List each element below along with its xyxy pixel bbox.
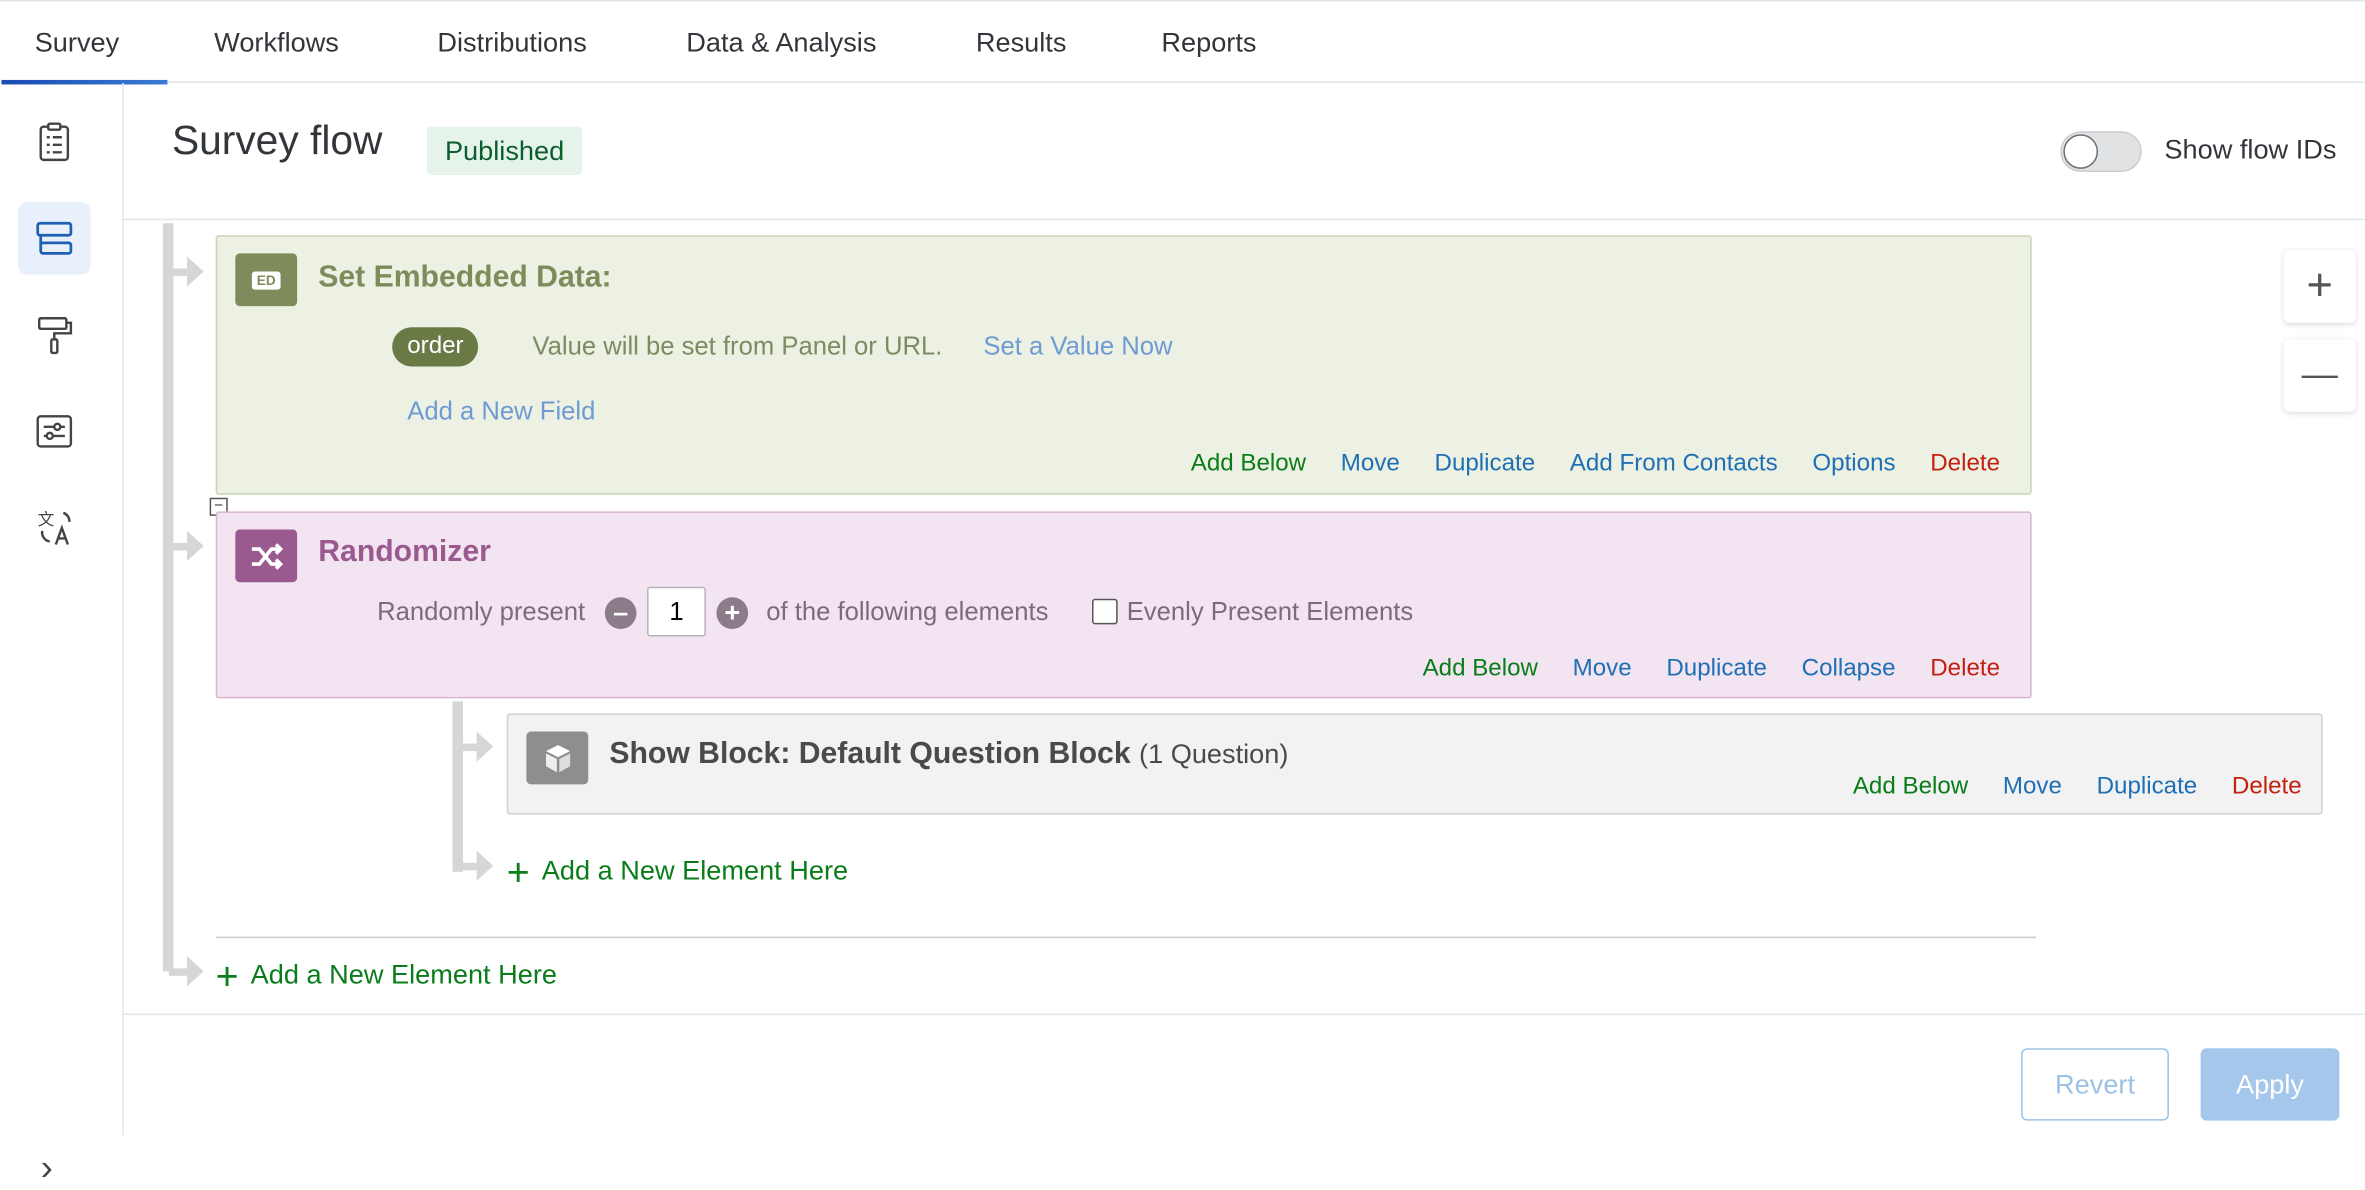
- move-button[interactable]: Move: [2003, 774, 2062, 801]
- plus-icon: +: [506, 848, 530, 894]
- flow-arrow-icon: [458, 729, 495, 765]
- embedded-data-actions: Add Below Move Duplicate Add From Contac…: [1191, 451, 2000, 478]
- cube-icon: [526, 731, 589, 785]
- present-count-input[interactable]: [647, 586, 706, 637]
- duplicate-button[interactable]: Duplicate: [2097, 774, 2198, 801]
- delete-button[interactable]: Delete: [1930, 451, 2000, 478]
- add-element-outer-button[interactable]: + Add a New Element Here: [215, 952, 558, 998]
- revert-button[interactable]: Revert: [2021, 1048, 2169, 1121]
- block-actions: Add Below Move Duplicate Delete: [1853, 774, 2302, 801]
- svg-text:文: 文: [38, 510, 55, 529]
- increment-plus-icon[interactable]: +: [716, 597, 749, 629]
- translate-icon: 文: [38, 510, 71, 545]
- cube-icon-glyph: [545, 744, 570, 772]
- add-element-inner-label: Add a New Element Here: [541, 855, 849, 886]
- add-below-button[interactable]: Add Below: [1853, 774, 1968, 801]
- app-root: Survey Workflows Distributions Data & An…: [0, 0, 2365, 1189]
- embedded-data-icon: ED: [235, 253, 298, 307]
- embedded-data-icon-label: ED: [252, 270, 281, 289]
- randomly-present-label: Randomly present: [377, 597, 586, 626]
- header-divider: [123, 218, 2365, 221]
- tab-workflows[interactable]: Workflows: [214, 2, 339, 83]
- show-block-element: Show Block: Default Question Block (1 Qu…: [506, 713, 2323, 815]
- embedded-field-hint: Value will be set from Panel or URL.: [532, 331, 943, 361]
- set-value-now-link[interactable]: Set a Value Now: [983, 332, 1172, 362]
- flow-main-line: [162, 223, 174, 972]
- footer-divider: [123, 1013, 2365, 1016]
- rail-survey-editor[interactable]: [18, 106, 90, 178]
- page-title: Survey flow: [171, 117, 383, 163]
- plus-icon: +: [215, 952, 239, 998]
- show-flow-ids-label: Show flow IDs: [2164, 134, 2337, 165]
- block-title: Show Block: Default Question Block (1 Qu…: [609, 738, 1288, 773]
- status-badge: Published: [426, 126, 583, 175]
- toggle-knob: [2063, 134, 2099, 169]
- survey-options-icon: [36, 415, 73, 448]
- flow-arrow-icon: [168, 953, 205, 989]
- rail-survey-flow[interactable]: [18, 202, 91, 275]
- rail-translate[interactable]: 文: [18, 492, 90, 564]
- rail-survey-options[interactable]: [18, 395, 90, 467]
- flow-arrow-icon: [168, 528, 205, 564]
- embedded-field-pill[interactable]: order: [392, 327, 479, 367]
- apply-button[interactable]: Apply: [2200, 1048, 2340, 1121]
- zoom-out-minus-icon[interactable]: —: [2283, 339, 2356, 412]
- embedded-data-element: ED Set Embedded Data: order Value will b…: [215, 235, 2032, 495]
- move-button[interactable]: Move: [1573, 656, 1632, 683]
- tab-data-analysis[interactable]: Data & Analysis: [686, 2, 876, 83]
- zoom-in-plus-icon[interactable]: +: [2283, 250, 2356, 323]
- delete-button[interactable]: Delete: [1930, 656, 2000, 683]
- shuffle-icon-glyph: [251, 542, 283, 570]
- paint-roller-icon: [38, 317, 73, 355]
- evenly-present-label: Evenly Present Elements: [1126, 597, 1414, 626]
- delete-button[interactable]: Delete: [2232, 774, 2302, 801]
- left-rail: 文 ›: [0, 82, 124, 1189]
- add-element-inner-button[interactable]: + Add a New Element Here: [506, 848, 849, 894]
- top-nav: Survey Workflows Distributions Data & An…: [0, 0, 2365, 85]
- shuffle-icon: [235, 529, 298, 583]
- move-button[interactable]: Move: [1341, 451, 1400, 478]
- flow-arrow-icon: [168, 253, 205, 289]
- clipboard-icon: [39, 122, 70, 162]
- tab-reports[interactable]: Reports: [1161, 2, 1256, 83]
- randomizer-element: Randomizer Randomly present – + of the f…: [215, 511, 2032, 699]
- add-from-contacts-button[interactable]: Add From Contacts: [1570, 451, 1778, 478]
- tab-distributions[interactable]: Distributions: [437, 2, 586, 83]
- randomizer-actions: Add Below Move Duplicate Collapse Delete: [1423, 656, 2000, 683]
- add-new-field-link[interactable]: Add a New Field: [407, 397, 595, 427]
- flow-separator: [215, 936, 2037, 939]
- duplicate-button[interactable]: Duplicate: [1435, 451, 1536, 478]
- show-flow-ids-toggle[interactable]: [2060, 131, 2142, 172]
- add-below-button[interactable]: Add Below: [1191, 451, 1306, 478]
- options-button[interactable]: Options: [1812, 451, 1895, 478]
- embedded-data-title: Set Embedded Data:: [318, 260, 612, 295]
- duplicate-button[interactable]: Duplicate: [1666, 656, 1767, 683]
- expand-sidebar-chevron-icon[interactable]: ›: [41, 1148, 71, 1189]
- block-question-count: (1 Question): [1139, 739, 1289, 770]
- rail-look-and-feel[interactable]: [18, 299, 90, 371]
- flow-arrow-icon: [458, 848, 495, 884]
- decrement-minus-icon[interactable]: –: [604, 597, 637, 629]
- add-element-outer-label: Add a New Element Here: [250, 959, 558, 990]
- tab-results[interactable]: Results: [976, 2, 1067, 83]
- add-below-button[interactable]: Add Below: [1423, 656, 1538, 683]
- flow-randomizer-line: [452, 701, 464, 872]
- randomizer-title: Randomizer: [318, 535, 491, 569]
- evenly-present-checkbox[interactable]: [1092, 598, 1118, 625]
- tab-survey[interactable]: Survey: [1, 2, 168, 85]
- collapse-button[interactable]: Collapse: [1802, 656, 1896, 683]
- survey-flow-icon: [36, 221, 73, 255]
- following-elements-label: of the following elements: [766, 597, 1049, 626]
- block-title-text: Show Block: Default Question Block: [609, 737, 1131, 771]
